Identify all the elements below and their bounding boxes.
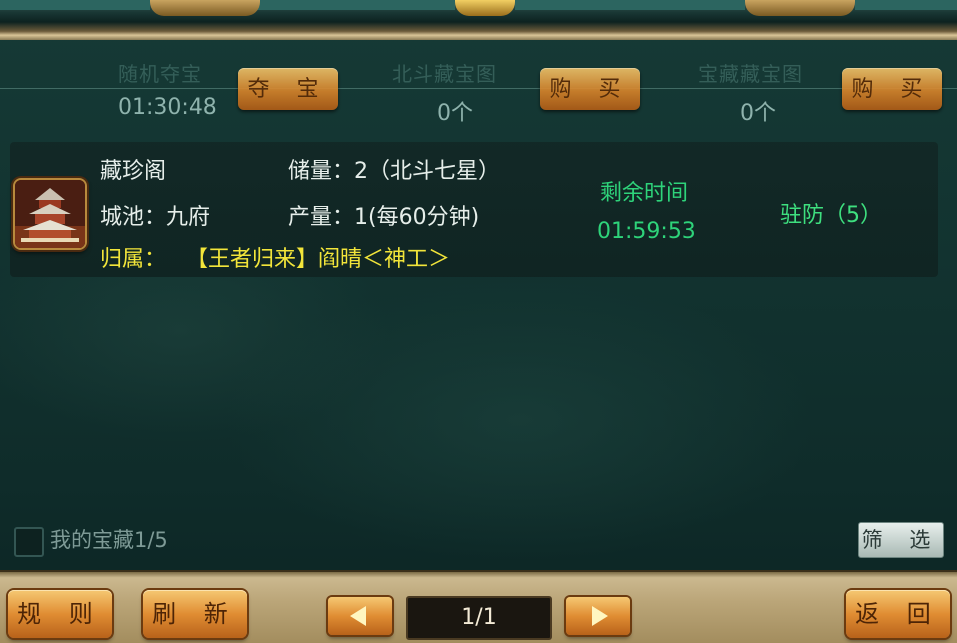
buy-treasure-map-button[interactable]: 购 买 bbox=[842, 68, 942, 110]
top-frame-strip bbox=[0, 0, 150, 10]
remaining-time-label: 剩余时间 bbox=[600, 181, 689, 206]
garrison-link[interactable]: 驻防（5） bbox=[780, 197, 882, 229]
top-frame-strip bbox=[855, 0, 957, 10]
frame-ornament bbox=[745, 0, 855, 16]
stat-label-random: 随机夺宝 bbox=[118, 62, 202, 86]
arrow-right-icon bbox=[592, 606, 608, 626]
remaining-time-value: 01:59:53 bbox=[597, 219, 696, 244]
owner-label: 归属： bbox=[100, 247, 167, 272]
stat-label-beidou-map: 北斗藏宝图 bbox=[392, 62, 497, 86]
treasure-city: 城池：九府 bbox=[100, 205, 211, 230]
stat-label-treasure-map: 宝藏藏宝图 bbox=[698, 62, 803, 86]
treasure-output: 产量：1(每60分钟) bbox=[288, 205, 480, 230]
top-frame-strip bbox=[255, 0, 455, 10]
stat-value-beidou-map: 0个 bbox=[437, 101, 473, 126]
treasure-name: 藏珍阁 bbox=[100, 159, 167, 184]
top-frame-strip bbox=[515, 0, 745, 10]
rules-button[interactable]: 规 则 bbox=[8, 590, 112, 638]
buy-beidou-map-button[interactable]: 购 买 bbox=[540, 68, 640, 110]
my-treasure-label: 我的宝藏1/5 bbox=[50, 528, 168, 552]
page-indicator: 1/1 bbox=[406, 596, 552, 640]
frame-ornament-emblem bbox=[455, 0, 515, 16]
header-divider bbox=[0, 88, 957, 89]
top-frame bbox=[0, 0, 957, 40]
owner-name[interactable]: 【王者归来】阎晴＜神工＞ bbox=[186, 241, 450, 273]
next-page-button[interactable] bbox=[566, 597, 630, 635]
refresh-button[interactable]: 刷 新 bbox=[143, 590, 247, 638]
frame-ornament bbox=[150, 0, 260, 16]
back-button[interactable]: 返 回 bbox=[846, 590, 950, 638]
filter-button[interactable]: 筛 选 bbox=[858, 522, 944, 558]
treasure-reserve: 储量：2（北斗七星） bbox=[288, 159, 500, 184]
stat-value-treasure-map: 0个 bbox=[740, 101, 776, 126]
seize-treasure-button[interactable]: 夺 宝 bbox=[238, 68, 338, 110]
pagoda-icon[interactable] bbox=[13, 178, 87, 250]
my-treasure-checkbox[interactable] bbox=[14, 527, 44, 557]
stat-value-random-timer: 01:30:48 bbox=[118, 95, 217, 120]
prev-page-button[interactable] bbox=[328, 597, 392, 635]
arrow-left-icon bbox=[350, 606, 366, 626]
